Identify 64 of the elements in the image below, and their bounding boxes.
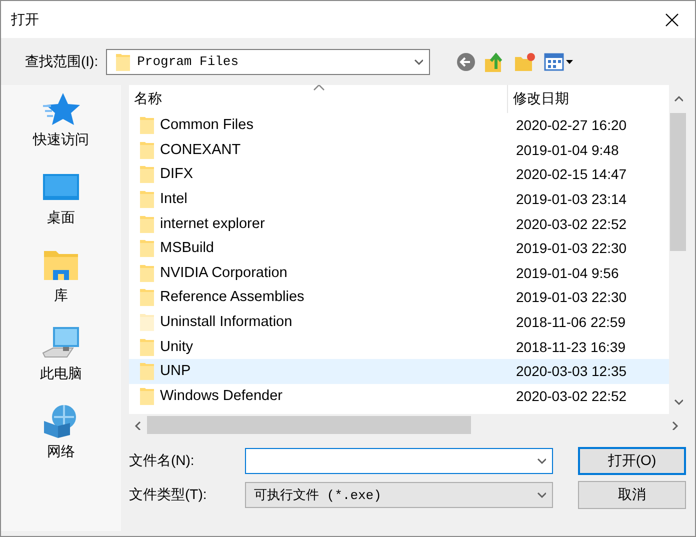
file-row[interactable]: Uninstall Information 2018-11-06 22:59 (129, 310, 669, 334)
back-icon[interactable] (456, 52, 476, 72)
file-name: Intel (160, 191, 188, 208)
place-item[interactable]: 库 (6, 247, 116, 325)
file-name: MSBuild (160, 240, 214, 256)
file-name: internet explorer (160, 216, 265, 232)
caret-icon[interactable] (413, 56, 424, 66)
modified-date: 2019-01-03 22:30 (515, 240, 628, 256)
star-icon (41, 91, 81, 127)
scroll-up-icon[interactable] (673, 94, 683, 104)
modified-date: 2020-03-03 12:35 (515, 363, 628, 380)
modified-date: 2019-01-04 9:48 (515, 142, 620, 158)
caret-icon[interactable] (536, 490, 546, 500)
modified-date: 2020-03-02 22:52 (515, 216, 628, 232)
open-button[interactable]: 打开(O) (578, 447, 686, 475)
modified-date: 2020-02-27 16:20 (515, 117, 628, 134)
file-row[interactable]: Intel 2019-01-03 23:14 (129, 186, 669, 212)
place-item[interactable]: 桌面 (6, 169, 116, 247)
modified-date: 2019-01-04 9:56 (515, 264, 620, 281)
place-item[interactable]: 网络 (6, 403, 116, 481)
file-row[interactable]: CONEXANT 2019-01-04 9:48 (129, 138, 669, 162)
folder-icon (115, 52, 132, 72)
file-name: NVIDIA Corporation (160, 264, 288, 281)
sort-icon (313, 85, 325, 91)
file-name-label: 文件名(N): (129, 452, 196, 470)
look-in-dropdown[interactable]: Program Files (106, 48, 430, 74)
file-name: Unity (160, 338, 194, 355)
file-name: UNP (160, 363, 191, 380)
scrollbar-thumb[interactable] (670, 113, 686, 251)
modified-date: 2018-11-06 22:59 (515, 314, 626, 330)
file-name: CONEXANT (160, 142, 241, 158)
scrollbar-thumb[interactable] (147, 416, 471, 434)
caret-icon[interactable] (536, 456, 546, 466)
scroll-left-icon[interactable] (133, 420, 143, 430)
file-row[interactable]: Unity 2018-11-23 16:39 (129, 334, 669, 359)
scroll-down-icon[interactable] (673, 397, 683, 407)
window-title: 打开 (11, 10, 39, 28)
file-type-label: 文件类型(T): (129, 486, 208, 504)
file-name: Reference Assemblies (160, 289, 304, 306)
new-folder-icon[interactable] (514, 52, 536, 72)
place-item[interactable]: 快速访问 (6, 91, 116, 169)
file-row[interactable]: NVIDIA Corporation 2019-01-04 9:56 (129, 260, 669, 286)
file-row[interactable]: DIFX 2020-02-15 14:47 (129, 162, 669, 187)
file-name-field[interactable] (245, 448, 553, 474)
file-row[interactable]: Windows Defender 2020-03-02 22:52 (129, 384, 669, 408)
modified-date: 2018-11-23 16:39 (515, 338, 626, 355)
modified-date: 2019-01-03 22:30 (515, 289, 628, 306)
modified-date: 2019-01-03 23:14 (515, 191, 628, 208)
file-name: Windows Defender (160, 388, 282, 404)
file-name: Common Files (160, 117, 254, 134)
file-row[interactable]: MSBuild 2019-01-03 22:30 (129, 236, 669, 261)
look-in-label: 查找范围(I): (25, 52, 98, 70)
file-row[interactable]: internet explorer 2020-03-02 22:52 (129, 211, 669, 236)
place-item[interactable]: 此电脑 (6, 325, 116, 403)
cancel-button[interactable]: 取消 (578, 481, 686, 509)
modified-date: 2020-02-15 14:47 (515, 166, 628, 182)
view-menu-icon[interactable] (544, 52, 574, 70)
file-type-dropdown[interactable]: 可执行文件 (*.exe) (245, 482, 553, 508)
file-name: DIFX (160, 166, 194, 182)
file-row[interactable]: Reference Assemblies 2019-01-03 22:30 (129, 285, 669, 310)
file-row[interactable]: UNP 2020-03-03 12:35 (129, 358, 669, 384)
file-row[interactable]: Common Files 2020-02-27 16:20 (129, 113, 669, 138)
file-name: Uninstall Information (160, 314, 292, 330)
modified-date: 2020-03-02 22:52 (515, 388, 628, 404)
